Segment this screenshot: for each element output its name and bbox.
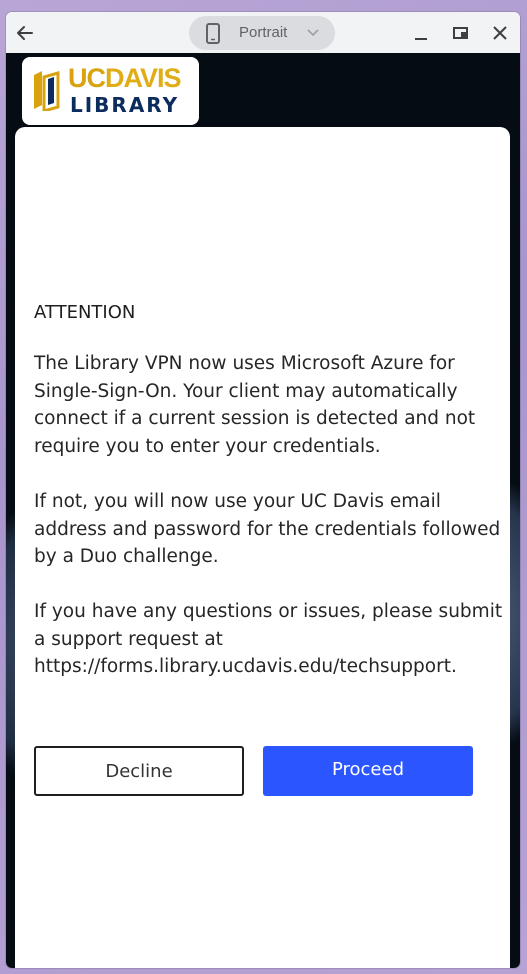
logo-library-text: LIBRARY xyxy=(70,93,180,117)
library-book-logo-icon xyxy=(34,71,60,111)
back-button[interactable] xyxy=(12,20,38,46)
arrow-left-icon xyxy=(17,26,33,40)
dialog-paragraph-sso: The Library VPN now uses Microsoft Azure… xyxy=(34,353,476,457)
maximize-button[interactable] xyxy=(450,22,472,44)
attention-dialog: ATTENTION The Library VPN now uses Micro… xyxy=(15,127,510,968)
app-content: UCDAVIS LIBRARY ATTENTION The Library VP… xyxy=(6,53,520,968)
phone-icon xyxy=(206,23,220,44)
chevron-down-icon xyxy=(307,29,319,37)
decline-button[interactable]: Decline xyxy=(34,746,244,796)
minimize-icon xyxy=(415,38,427,40)
dialog-paragraph-credentials: If not, you will now use your UC Davis e… xyxy=(34,491,501,567)
dialog-paragraph-support: If you have any questions or issues, ple… xyxy=(34,601,503,677)
proceed-button[interactable]: Proceed xyxy=(263,746,473,796)
ucdavis-library-logo: UCDAVIS LIBRARY xyxy=(22,57,199,125)
title-bar: Portrait xyxy=(6,12,520,53)
orientation-label: Portrait xyxy=(239,24,288,41)
logo-uc-text: UCDAVIS xyxy=(68,63,182,93)
close-button[interactable] xyxy=(489,22,511,44)
restore-window-icon xyxy=(453,27,468,39)
orientation-selector[interactable]: Portrait xyxy=(189,16,335,50)
app-window: Portrait UCDAVIS LIBRARY ATTENTION The L… xyxy=(6,12,520,968)
dialog-heading: ATTENTION xyxy=(34,302,136,323)
minimize-button[interactable] xyxy=(410,22,432,44)
close-icon xyxy=(493,26,507,40)
